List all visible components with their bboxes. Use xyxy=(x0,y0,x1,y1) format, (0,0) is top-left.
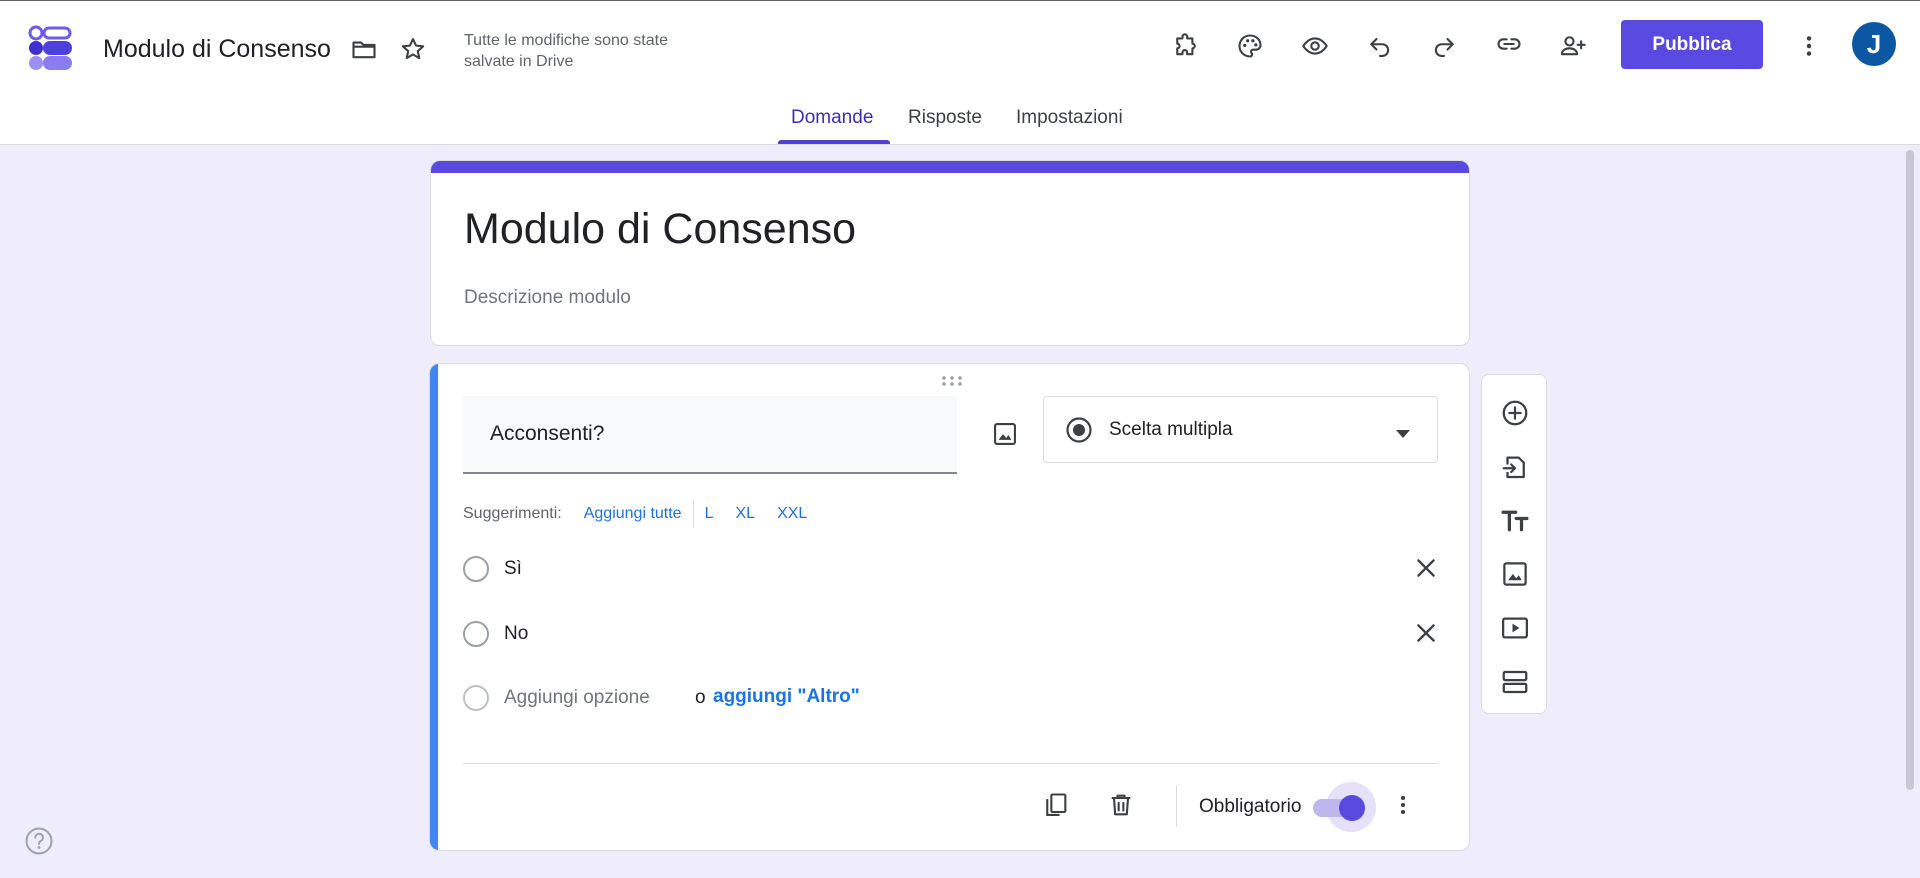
add-section-icon[interactable] xyxy=(1495,662,1535,702)
help-icon[interactable] xyxy=(24,826,54,856)
star-icon[interactable] xyxy=(393,29,433,69)
folder-icon[interactable] xyxy=(344,29,384,69)
add-option-radio xyxy=(463,685,489,711)
link-icon[interactable] xyxy=(1489,24,1529,64)
publish-button[interactable]: Pubblica xyxy=(1621,20,1763,69)
tab-settings[interactable]: Impostazioni xyxy=(1016,107,1123,129)
account-avatar[interactable]: J xyxy=(1852,22,1896,66)
option-label[interactable]: No xyxy=(504,623,528,645)
floating-toolbar xyxy=(1481,374,1547,714)
add-question-image-icon[interactable] xyxy=(985,414,1025,454)
form-title-field[interactable]: Modulo di Consenso xyxy=(464,205,856,254)
question-footer-divider xyxy=(463,763,1438,764)
add-other-link[interactable]: aggiungi "Altro" xyxy=(713,686,860,708)
undo-icon[interactable] xyxy=(1360,26,1400,66)
addons-icon[interactable] xyxy=(1166,26,1206,66)
drag-handle-icon[interactable] xyxy=(940,374,964,388)
add-title-icon[interactable] xyxy=(1495,501,1535,541)
save-status-text: Tutte le modifiche sono state salvate in… xyxy=(464,32,668,70)
redo-icon[interactable] xyxy=(1424,26,1464,66)
suggestions-label: Suggerimenti: xyxy=(463,505,562,522)
tab-questions[interactable]: Domande xyxy=(791,107,873,129)
question-title-input[interactable]: Acconsenti? xyxy=(463,396,957,474)
add-question-icon[interactable] xyxy=(1495,393,1535,433)
suggestion-divider xyxy=(692,500,694,528)
add-option-row: Aggiungi opzione o aggiungi "Altro" xyxy=(463,677,1443,717)
question-type-label: Scelta multipla xyxy=(1109,419,1233,440)
preview-icon[interactable] xyxy=(1295,26,1335,66)
add-image-icon[interactable] xyxy=(1495,554,1535,594)
app-header: Modulo di Consenso Tutte le modifiche so… xyxy=(0,0,1920,145)
question-type-dropdown[interactable]: Scelta multipla xyxy=(1043,396,1438,463)
option-label[interactable]: Sì xyxy=(504,558,522,580)
duplicate-icon[interactable] xyxy=(1036,785,1076,825)
more-vert-icon[interactable] xyxy=(1383,785,1423,825)
remove-option-close-icon[interactable] xyxy=(1408,550,1444,586)
suggestion-add-all[interactable]: Aggiungi tutte xyxy=(584,505,682,523)
add-video-icon[interactable] xyxy=(1495,608,1535,648)
header-card-accent xyxy=(431,161,1469,173)
delete-icon[interactable] xyxy=(1101,785,1141,825)
option-row[interactable]: Sì xyxy=(463,548,1443,588)
suggestion-chip-xxl[interactable]: XXL xyxy=(777,505,807,523)
option-radio xyxy=(463,556,489,582)
or-separator: o xyxy=(695,687,706,708)
form-header-card[interactable]: Modulo di Consenso Descrizione modulo xyxy=(430,160,1470,346)
question-title-text: Acconsenti? xyxy=(490,422,605,445)
suggestion-chip-l[interactable]: L xyxy=(705,505,714,523)
import-questions-icon[interactable] xyxy=(1495,447,1535,487)
question-card[interactable]: Acconsenti? Scelta multipla Suggerimenti… xyxy=(429,363,1470,851)
required-toggle[interactable] xyxy=(1313,782,1376,832)
form-description-field[interactable]: Descrizione modulo xyxy=(464,287,631,309)
form-name[interactable]: Modulo di Consenso xyxy=(103,35,331,64)
required-label: Obbligatorio xyxy=(1199,796,1302,817)
forms-logo-icon[interactable] xyxy=(28,25,74,71)
tab-responses[interactable]: Risposte xyxy=(908,107,982,129)
suggestions-row: Suggerimenti: Aggiungi tutte L XL XXL xyxy=(463,499,807,529)
option-row[interactable]: No xyxy=(463,613,1443,653)
active-tab-indicator xyxy=(778,140,890,144)
palette-icon[interactable] xyxy=(1230,26,1270,66)
footer-separator xyxy=(1176,785,1177,827)
option-radio xyxy=(463,621,489,647)
vertical-scrollbar[interactable] xyxy=(1906,150,1914,790)
add-collaborator-icon[interactable] xyxy=(1553,26,1593,66)
more-vert-icon[interactable] xyxy=(1789,26,1829,66)
dropdown-arrow-icon xyxy=(1396,425,1410,438)
toggle-knob xyxy=(1339,795,1365,821)
active-question-indicator xyxy=(430,364,438,850)
radio-button-checked-icon xyxy=(1064,415,1094,445)
remove-option-close-icon[interactable] xyxy=(1408,615,1444,651)
suggestion-chip-xl[interactable]: XL xyxy=(735,505,755,523)
add-option-input[interactable]: Aggiungi opzione xyxy=(504,687,650,709)
